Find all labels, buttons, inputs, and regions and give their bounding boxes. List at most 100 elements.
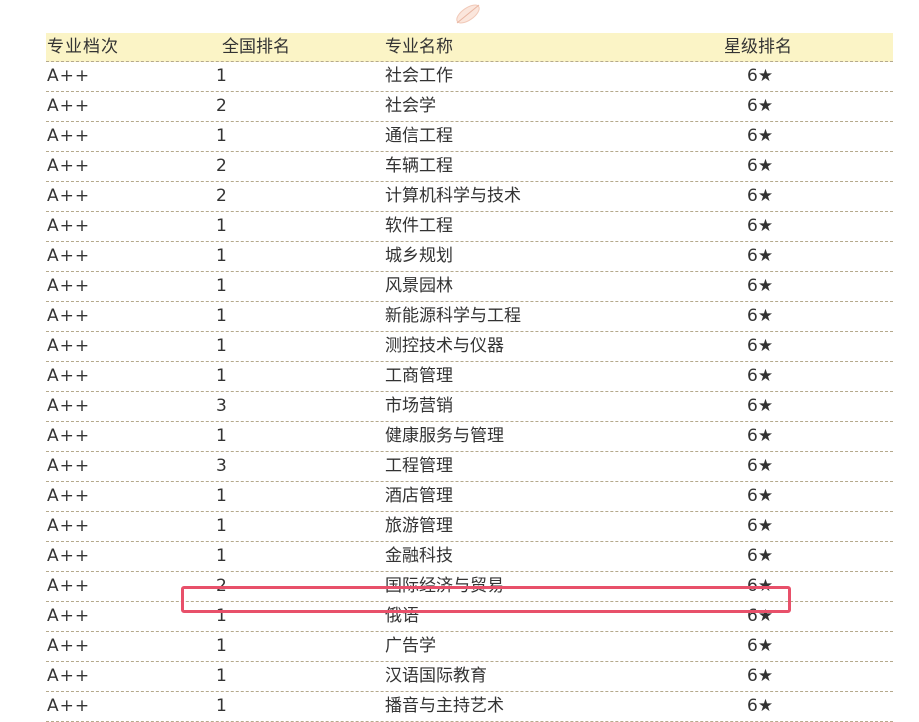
rank-cell: 2 — [216, 96, 227, 116]
table-row: A++ 1 酒店管理 6★ — [46, 482, 893, 512]
level-cell: A++ — [47, 366, 91, 386]
level-cell: A++ — [47, 66, 91, 86]
level-cell: A++ — [47, 336, 91, 356]
table-row: A++ 3 工程管理 6★ — [46, 452, 893, 482]
table-row: A++ 1 旅游管理 6★ — [46, 512, 893, 542]
rank-cell: 1 — [216, 696, 227, 716]
table-row: A++ 2 社会学 6★ — [46, 92, 893, 122]
level-cell: A++ — [47, 696, 91, 716]
table-row: A++ 1 汉语国际教育 6★ — [46, 662, 893, 692]
level-cell: A++ — [47, 516, 91, 536]
major-cell: 软件工程 — [385, 216, 453, 236]
rank-cell: 1 — [216, 216, 227, 236]
major-cell: 车辆工程 — [385, 156, 453, 176]
major-cell: 风景园林 — [385, 276, 453, 296]
major-cell: 金融科技 — [385, 546, 453, 566]
stars-cell: 6★ — [747, 156, 774, 176]
major-cell: 健康服务与管理 — [385, 426, 504, 446]
level-cell: A++ — [47, 306, 91, 326]
table-row: A++ 1 社会工作 6★ — [46, 62, 893, 92]
table-row: A++ 2 计算机科学与技术 6★ — [46, 182, 893, 212]
level-cell: A++ — [47, 246, 91, 266]
level-cell: A++ — [47, 426, 91, 446]
rank-cell: 2 — [216, 156, 227, 176]
table-row: A++ 1 俄语 6★ — [46, 602, 893, 632]
table-row: A++ 2 国际经济与贸易 6★ — [46, 572, 893, 602]
rank-cell: 1 — [216, 66, 227, 86]
rank-cell: 1 — [216, 426, 227, 446]
rank-cell: 1 — [216, 546, 227, 566]
stars-cell: 6★ — [747, 426, 774, 446]
major-cell: 城乡规划 — [385, 246, 453, 266]
stars-cell: 6★ — [747, 546, 774, 566]
rank-cell: 1 — [216, 516, 227, 536]
level-cell: A++ — [47, 546, 91, 566]
stars-cell: 6★ — [747, 516, 774, 536]
rank-cell: 1 — [216, 486, 227, 506]
major-cell: 测控技术与仪器 — [385, 336, 504, 356]
stars-cell: 6★ — [747, 126, 774, 146]
rank-cell: 1 — [216, 636, 227, 656]
stars-cell: 6★ — [747, 336, 774, 356]
level-cell: A++ — [47, 126, 91, 146]
level-cell: A++ — [47, 456, 91, 476]
major-cell: 酒店管理 — [385, 486, 453, 506]
stars-cell: 6★ — [747, 306, 774, 326]
major-cell: 俄语 — [385, 606, 419, 626]
level-cell: A++ — [47, 186, 91, 206]
rank-cell: 2 — [216, 186, 227, 206]
rank-cell: 2 — [216, 576, 227, 596]
level-cell: A++ — [47, 486, 91, 506]
stars-cell: 6★ — [747, 246, 774, 266]
table-row: A++ 1 工商管理 6★ — [46, 362, 893, 392]
level-cell: A++ — [47, 276, 91, 296]
table-row: A++ 1 风景园林 6★ — [46, 272, 893, 302]
table-row: A++ 1 城乡规划 6★ — [46, 242, 893, 272]
table-header: 专业档次 全国排名 专业名称 星级排名 — [46, 33, 893, 62]
level-cell: A++ — [47, 96, 91, 116]
rank-cell: 3 — [216, 396, 227, 416]
rank-cell: 1 — [216, 336, 227, 356]
table-row: A++ 1 软件工程 6★ — [46, 212, 893, 242]
table-row: A++ 1 健康服务与管理 6★ — [46, 422, 893, 452]
rank-cell: 3 — [216, 456, 227, 476]
level-cell: A++ — [47, 576, 91, 596]
major-cell: 计算机科学与技术 — [385, 186, 521, 206]
stars-cell: 6★ — [747, 66, 774, 86]
stars-cell: 6★ — [747, 366, 774, 386]
stars-cell: 6★ — [747, 186, 774, 206]
major-cell: 社会工作 — [385, 66, 453, 86]
major-cell: 社会学 — [385, 96, 436, 116]
level-cell: A++ — [47, 606, 91, 626]
major-cell: 工商管理 — [385, 366, 453, 386]
major-cell: 工程管理 — [385, 456, 453, 476]
major-cell: 新能源科学与工程 — [385, 306, 521, 326]
table-row: A++ 3 市场营销 6★ — [46, 392, 893, 422]
decorative-pen-icon — [456, 4, 480, 24]
table-row: A++ 1 通信工程 6★ — [46, 122, 893, 152]
major-cell: 旅游管理 — [385, 516, 453, 536]
major-cell: 通信工程 — [385, 126, 453, 146]
table-row: A++ 1 测控技术与仪器 6★ — [46, 332, 893, 362]
major-cell: 汉语国际教育 — [385, 666, 487, 686]
level-cell: A++ — [47, 156, 91, 176]
table-row: A++ 1 播音与主持艺术 6★ — [46, 692, 893, 722]
rank-cell: 1 — [216, 276, 227, 296]
table-row: A++ 1 新能源科学与工程 6★ — [46, 302, 893, 332]
stars-cell: 6★ — [747, 396, 774, 416]
major-ranking-table: 专业档次 全国排名 专业名称 星级排名 A++ 1 社会工作 6★ A++ 2 社会学 6★ A… — [46, 33, 893, 722]
major-cell: 广告学 — [385, 636, 436, 656]
stars-cell: 6★ — [747, 456, 774, 476]
header-level: 专业档次 — [47, 37, 119, 57]
stars-cell: 6★ — [747, 666, 774, 686]
stars-cell: 6★ — [747, 636, 774, 656]
level-cell: A++ — [47, 666, 91, 686]
header-major: 专业名称 — [385, 37, 453, 57]
major-cell: 国际经济与贸易 — [385, 576, 504, 596]
major-cell: 市场营销 — [385, 396, 453, 416]
stars-cell: 6★ — [747, 576, 774, 596]
header-stars: 星级排名 — [724, 37, 792, 57]
level-cell: A++ — [47, 636, 91, 656]
header-rank: 全国排名 — [222, 37, 290, 57]
stars-cell: 6★ — [747, 696, 774, 716]
